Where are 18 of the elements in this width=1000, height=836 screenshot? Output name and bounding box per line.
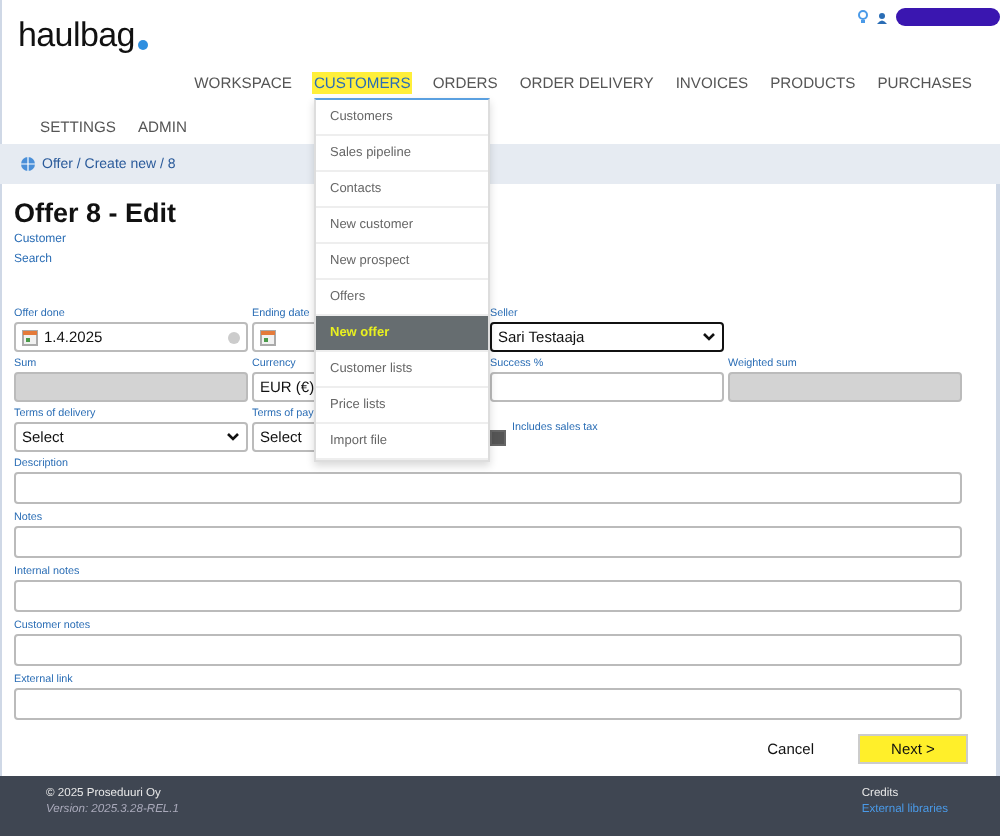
page-title: Offer 8 - Edit [14, 198, 177, 232]
redacted-bar [896, 8, 1000, 26]
lightbulb-icon[interactable] [858, 10, 868, 24]
chevron-down-icon [702, 332, 716, 342]
calendar-icon[interactable] [22, 329, 38, 345]
chevron-down-icon [226, 432, 240, 442]
input-field[interactable] [14, 472, 962, 504]
checkbox[interactable] [490, 429, 506, 445]
calendar-icon[interactable] [260, 329, 276, 345]
input-field[interactable] [14, 688, 962, 720]
input-field[interactable] [490, 372, 724, 402]
input-field[interactable] [14, 634, 962, 666]
input-field[interactable] [14, 580, 962, 612]
user-icon[interactable] [876, 11, 888, 23]
input-field[interactable] [14, 526, 962, 558]
globe-icon [20, 156, 36, 172]
clear-icon[interactable] [228, 331, 240, 343]
logo[interactable]: haulbag [18, 16, 149, 56]
